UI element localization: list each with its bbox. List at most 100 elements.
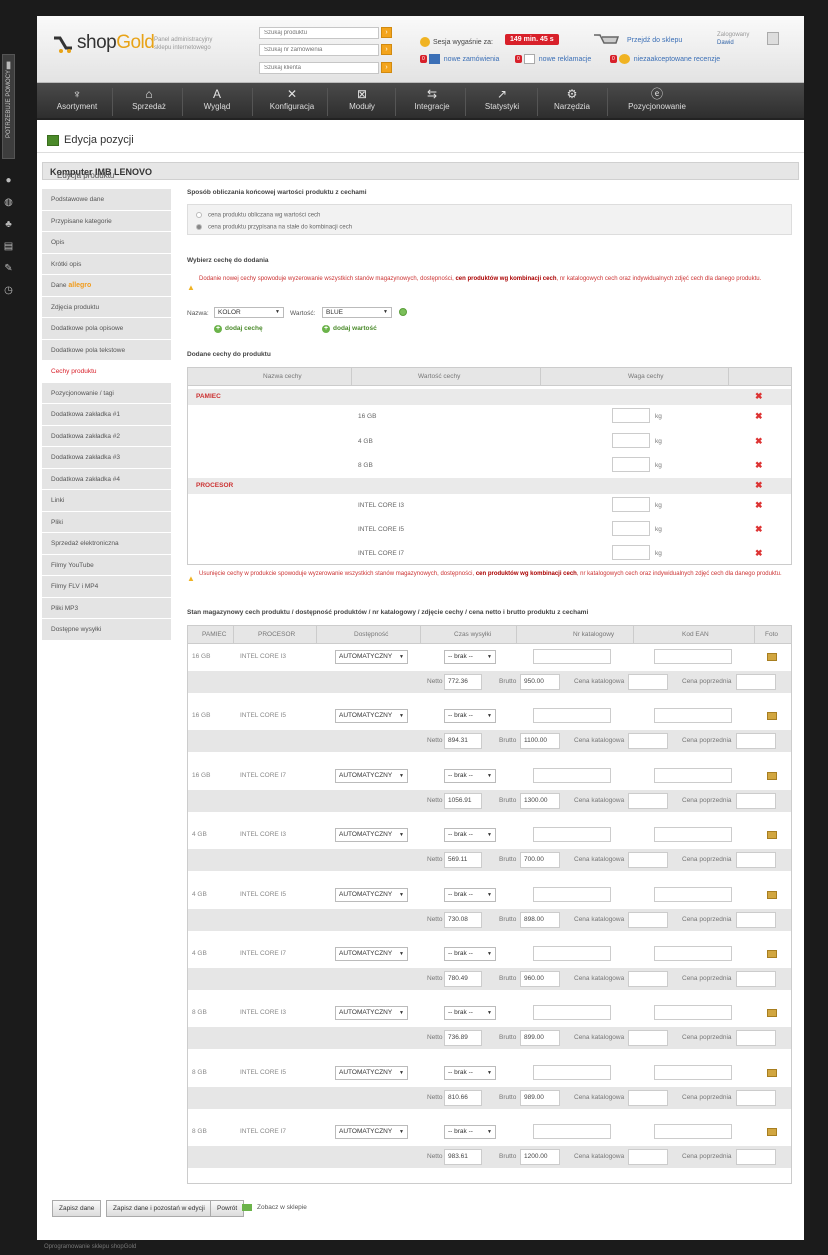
nav-narzedzia[interactable]: ⚙ Narzędzia — [542, 83, 602, 120]
catalog-no-input[interactable] — [533, 827, 611, 842]
sidenav-item-active[interactable]: Cechy produktu — [42, 361, 171, 383]
ean-input[interactable] — [654, 768, 732, 783]
sidenav-item[interactable]: Zdjęcia produktu — [42, 296, 171, 318]
netto-input[interactable]: 894.31 — [444, 733, 482, 749]
photo-icon[interactable] — [767, 712, 777, 720]
sidenav-item[interactable]: Dodatkowe pola tekstowe — [42, 339, 171, 361]
search-customer-button[interactable]: › — [381, 62, 392, 73]
availability-select[interactable]: AUTOMATYCZNY ▼ — [335, 1125, 408, 1139]
delete-icon[interactable]: ✖ — [755, 525, 763, 534]
photo-icon[interactable] — [767, 891, 777, 899]
availability-select[interactable]: AUTOMATYCZNY ▼ — [335, 709, 408, 723]
add-money-icon[interactable]: ◍ — [3, 197, 14, 208]
catalog-no-input[interactable] — [533, 887, 611, 902]
new-orders-link[interactable]: 0 nowe zamówienia — [420, 54, 499, 64]
photo-icon[interactable] — [767, 653, 777, 661]
sidenav-item[interactable]: Linki — [42, 490, 171, 512]
delete-icon[interactable]: ✖ — [755, 412, 763, 421]
sidenav-item[interactable]: Podstawowe dane — [42, 189, 171, 211]
feature-name-select[interactable]: KOLOR ▼ — [214, 307, 284, 318]
netto-input[interactable]: 780.49 — [444, 971, 482, 987]
prev-price-input[interactable] — [736, 1149, 776, 1165]
ean-input[interactable] — [654, 1005, 732, 1020]
sidenav-item[interactable]: Sprzedaż elektroniczna — [42, 533, 171, 555]
menu-icon[interactable]: ▮ — [3, 60, 14, 71]
catalog-no-input[interactable] — [533, 1005, 611, 1020]
catalog-price-input[interactable] — [628, 971, 668, 987]
sidenav-item[interactable]: Dodatkowa zakładka #3 — [42, 447, 171, 469]
reviews-link[interactable]: 0 niezaakceptowane recenzje — [610, 54, 720, 64]
availability-select[interactable]: AUTOMATYCZNY ▼ — [335, 1006, 408, 1020]
catalog-no-input[interactable] — [533, 649, 611, 664]
brutto-input[interactable]: 700.00 — [520, 852, 560, 868]
netto-input[interactable]: 569.11 — [444, 852, 482, 868]
nav-wyglad[interactable]: A Wygląd — [187, 83, 247, 120]
nav-statystyki[interactable]: ↗ Statystyki — [472, 83, 532, 120]
sidenav-item[interactable]: Krótki opis — [42, 253, 171, 275]
sidenav-item[interactable]: Filmy YouTube — [42, 554, 171, 576]
search-order-button[interactable]: › — [381, 44, 392, 55]
back-button[interactable]: Powrót — [210, 1200, 245, 1217]
shipping-select[interactable]: -- brak -- ▼ — [444, 769, 496, 783]
nav-sprzedaz[interactable]: ⌂ Sprzedaż — [119, 83, 179, 120]
delete-icon[interactable]: ✖ — [755, 392, 763, 401]
prev-price-input[interactable] — [736, 852, 776, 868]
edit-icon[interactable]: ✎ — [3, 263, 14, 274]
delete-icon[interactable]: ✖ — [755, 461, 763, 470]
ean-input[interactable] — [654, 827, 732, 842]
catalog-no-input[interactable] — [533, 708, 611, 723]
sidenav-item[interactable]: Dodatkowe pola opisowe — [42, 318, 171, 340]
catalog-no-input[interactable] — [533, 1124, 611, 1139]
brutto-input[interactable]: 950.00 — [520, 674, 560, 690]
shop-cart-icon[interactable] — [592, 32, 620, 46]
sidenav-item[interactable]: Dostępne wysyłki — [42, 619, 171, 641]
sidenav-item[interactable]: Dodatkowa zakładka #1 — [42, 404, 171, 426]
save-button[interactable]: Zapisz dane — [52, 1200, 102, 1217]
confirm-icon[interactable] — [399, 308, 407, 316]
sidenav-item-allegro[interactable]: Dane allegro — [42, 275, 171, 297]
ean-input[interactable] — [654, 1124, 732, 1139]
save-stay-button[interactable]: Zapisz dane i pozostań w edycji — [106, 1200, 212, 1217]
prev-price-input[interactable] — [736, 793, 776, 809]
pricing-option-1[interactable]: cena produktu obliczana wg wartości cech — [196, 212, 320, 219]
delete-icon[interactable]: ✖ — [755, 481, 763, 490]
photo-icon[interactable] — [767, 772, 777, 780]
netto-input[interactable]: 810.66 — [444, 1090, 482, 1106]
prev-price-input[interactable] — [736, 971, 776, 987]
prev-price-input[interactable] — [736, 674, 776, 690]
money-bag-icon[interactable]: ● — [3, 175, 14, 186]
brutto-input[interactable]: 1100.00 — [520, 733, 560, 749]
ean-input[interactable] — [654, 887, 732, 902]
photo-icon[interactable] — [767, 1009, 777, 1017]
add-value-link[interactable]: + dodaj wartość — [322, 325, 377, 333]
catalog-price-input[interactable] — [628, 733, 668, 749]
availability-select[interactable]: AUTOMATYCZNY ▼ — [335, 828, 408, 842]
photo-icon[interactable] — [767, 1128, 777, 1136]
prev-price-input[interactable] — [736, 912, 776, 928]
shipping-select[interactable]: -- brak -- ▼ — [444, 947, 496, 961]
feature-value-select[interactable]: BLUE ▼ — [322, 307, 392, 318]
logo[interactable]: shopGold — [77, 32, 155, 54]
netto-input[interactable]: 730.08 — [444, 912, 482, 928]
catalog-price-input[interactable] — [628, 1030, 668, 1046]
logged-user[interactable]: Dawid — [717, 40, 734, 46]
brutto-input[interactable]: 1300.00 — [520, 793, 560, 809]
delete-icon[interactable]: ✖ — [755, 549, 763, 558]
user-money-icon[interactable]: ♣ — [3, 219, 14, 230]
brutto-input[interactable]: 1200.00 — [520, 1149, 560, 1165]
shipping-select[interactable]: -- brak -- ▼ — [444, 650, 496, 664]
prev-price-input[interactable] — [736, 1030, 776, 1046]
nav-pozycjonowanie[interactable]: ⓔ Pozycjonowanie — [617, 83, 697, 120]
sidenav-item[interactable]: Pozycjonowanie / tagi — [42, 382, 171, 404]
nav-integracje[interactable]: ⇆ Integracje — [402, 83, 462, 120]
sidenav-item[interactable]: Filmy FLV i MP4 — [42, 576, 171, 598]
add-feature-link[interactable]: + dodaj cechę — [214, 325, 263, 333]
nav-moduly[interactable]: ⊠ Moduły — [332, 83, 392, 120]
sidenav-item[interactable]: Przypisane kategorie — [42, 210, 171, 232]
weight-input[interactable] — [612, 497, 650, 512]
catalog-price-input[interactable] — [628, 852, 668, 868]
photo-icon[interactable] — [767, 950, 777, 958]
sidenav-item[interactable]: Dodatkowa zakładka #4 — [42, 468, 171, 490]
catalog-no-input[interactable] — [533, 1065, 611, 1080]
brutto-input[interactable]: 899.00 — [520, 1030, 560, 1046]
